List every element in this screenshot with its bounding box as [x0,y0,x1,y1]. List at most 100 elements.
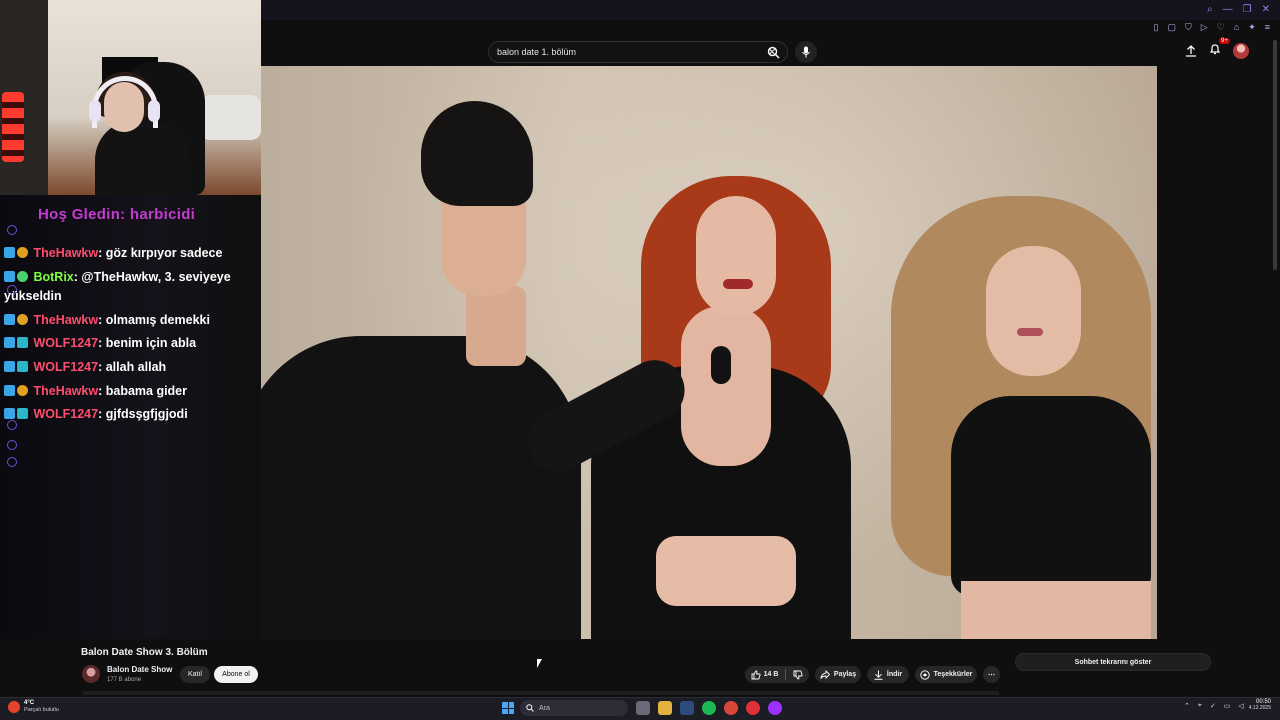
extensions-icon[interactable]: ✦ [1248,22,1256,33]
opera-icon[interactable] [746,701,760,715]
chat-message: WOLF1247: benim için abla [4,336,196,350]
extension-bar: ▯ ▢ ⛉ ▷ ♡ ⌂ ✦ ≡ [1154,22,1270,33]
video-person-center-neck [681,306,771,466]
rail-icon[interactable] [7,440,17,450]
chat-username[interactable]: TheHawkw [33,313,98,327]
screen: ⌕ — ❐ ✕ ▯ ▢ ⛉ ▷ ♡ ⌂ ✦ ≡ balon date 1. bö… [0,0,1280,720]
taskbar-clock[interactable]: 00:50 4.12.2025 [1243,699,1271,711]
notifications-button[interactable]: 9+ [1209,38,1230,60]
chat-text: : benim için abla [98,336,197,350]
chat-text: : göz kırpıyor sadece [98,246,223,260]
chat-username[interactable]: BotRix [33,270,73,284]
share-icon [820,670,830,679]
rail-icon[interactable] [7,225,17,235]
heart-icon[interactable]: ♡ [1217,22,1225,33]
tab-icon[interactable]: ▢ [1167,22,1176,33]
chat-username[interactable]: WOLF1247 [33,360,98,374]
video-person-right-lips [1017,328,1043,336]
verified-badge-icon [17,271,28,282]
subscribe-button[interactable]: Abone ol [214,666,258,683]
lock-icon[interactable]: ⌂ [1234,22,1239,33]
bot-badge-icon [4,361,15,372]
bookmark-icon[interactable]: ▯ [1154,22,1159,33]
play-icon[interactable]: ▷ [1201,22,1208,33]
weather-widget[interactable]: 4°C Parçalı bulutlu [8,700,59,714]
search-icon [767,46,779,58]
rail-icon[interactable] [7,457,17,467]
share-label: Paylaş [833,671,857,678]
checkmark-icon[interactable]: ✓ [1210,702,1216,710]
thumbs-down-icon[interactable] [793,670,803,680]
level-badge-icon [17,361,28,372]
chat-message-continuation: yükseldin [4,289,62,303]
join-button[interactable]: Katıl [180,666,210,683]
search-box[interactable]: balon date 1. bölüm ✕ [488,41,788,63]
chat-username[interactable]: WOLF1247 [33,336,98,350]
spotify-icon[interactable] [702,701,716,715]
windows-start-icon[interactable] [502,702,514,714]
channel-avatar[interactable] [82,665,100,683]
window-controls: ⌕ — ❐ ✕ [1207,4,1270,15]
show-chat-replay-button[interactable]: Sohbet tekrarını göster [1015,653,1211,671]
more-actions-button[interactable]: ⋯ [983,666,1000,683]
twitch-icon[interactable] [768,701,782,715]
horizontal-scrollbar[interactable] [83,691,999,695]
video-person-left-suit [261,336,581,639]
subscriber-badge-icon [4,314,15,325]
headset-ear-right [148,100,160,122]
mouse-cursor-icon [537,659,542,668]
upload-icon[interactable] [1185,45,1197,57]
close-icon[interactable]: ✕ [1262,4,1270,15]
search-button[interactable] [760,41,786,63]
search-input[interactable]: balon date 1. bölüm [497,47,765,57]
chat-message: BotRix: @TheHawkw, 3. seviyeye [4,270,231,284]
share-button[interactable]: Paylaş [815,666,861,683]
video-person-right-face [986,246,1081,376]
video-person-center-midriff [656,536,796,606]
file-explorer-icon[interactable] [658,701,672,715]
chat-text: : babama gider [98,384,188,398]
chevron-up-icon[interactable]: ⌃ [1184,702,1190,710]
video-person-right-midriff [961,581,1151,639]
steam-icon[interactable] [680,701,694,715]
menu-icon[interactable]: ≡ [1265,22,1270,33]
clock-date: 4.12.2025 [1248,705,1271,711]
channel-name[interactable]: Balon Date Show [107,665,172,674]
restore-icon[interactable]: ❐ [1243,4,1252,15]
chrome-icon[interactable] [724,701,738,715]
chat-message: TheHawkw: göz kırpıyor sadece [4,246,222,260]
subscriber-count: 177 B abone [107,677,142,683]
location-icon[interactable]: ⌖ [1198,702,1202,710]
taskbar-search-placeholder: Ara [539,704,550,712]
task-view-icon[interactable] [636,701,650,715]
minimize-icon[interactable]: — [1223,4,1233,15]
chat-message: TheHawkw: olmamış demekki [4,313,210,327]
taskbar-search[interactable]: Ara [520,700,628,716]
rail-icon[interactable] [7,420,17,430]
shield-icon[interactable]: ⛉ [1185,22,1192,33]
webcam-sofa [200,95,261,140]
download-label: İndir [886,671,903,678]
weather-temperature: 4°C [24,700,35,706]
level-badge-icon [17,337,28,348]
chat-text: : olmamış demekki [98,313,210,327]
thanks-button[interactable]: Teşekkürler [915,666,977,683]
search-icon [526,704,534,712]
avatar[interactable] [1233,43,1249,59]
video-player[interactable] [261,66,1157,639]
thanks-label: Teşekkürler [933,671,973,678]
weather-icon [8,701,20,713]
bot-badge-icon [4,337,15,348]
super-thanks-icon [919,669,930,680]
search-icon[interactable]: ⌕ [1207,4,1213,15]
chat-username[interactable]: TheHawkw [33,384,98,398]
like-button[interactable]: 14 B [751,670,778,680]
display-icon[interactable]: ▭ [1224,702,1231,710]
video-person-center-lips [723,279,753,289]
voice-search-button[interactable] [795,41,817,63]
page-scrollbar[interactable] [1273,40,1277,270]
chat-username[interactable]: TheHawkw [33,246,98,260]
download-button[interactable]: İndir [867,666,909,683]
chat-username[interactable]: WOLF1247 [33,407,98,421]
microphone-prop [711,346,731,384]
